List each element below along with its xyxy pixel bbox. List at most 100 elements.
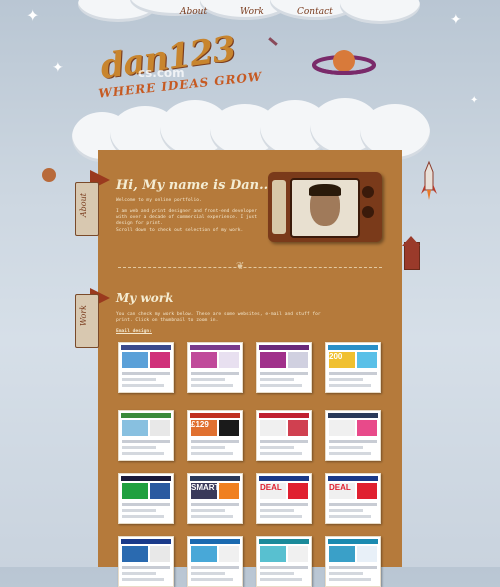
thumbnail-img [122, 546, 148, 562]
thumbnail-img [191, 546, 217, 562]
portfolio-thumbnail[interactable] [118, 473, 174, 524]
portfolio-thumbnail[interactable] [256, 536, 312, 587]
thumbnail-text-line [122, 566, 170, 569]
thumbnail-img [122, 483, 148, 499]
tv-speaker [272, 180, 286, 234]
profile-photo [290, 178, 360, 238]
thumbnail-bar [328, 345, 378, 350]
thumbnail-blk [288, 352, 308, 368]
portfolio-thumbnail[interactable] [118, 536, 174, 587]
portfolio-thumbnail[interactable]: DEAL [256, 473, 312, 524]
thumbnail-text-line [260, 572, 294, 575]
thumbnail-text-line [122, 578, 164, 581]
thumbnail-bar [190, 413, 240, 418]
thumbnail-blk [288, 483, 308, 499]
thumbnail-blk [288, 420, 308, 436]
thumbnail-text-line [122, 515, 164, 518]
nav-contact[interactable]: Contact [297, 7, 333, 17]
avatar-hair [309, 184, 341, 196]
thumbnail-label: SMART [191, 483, 220, 492]
nav-work[interactable]: Work [240, 7, 264, 17]
portfolio-thumbnail[interactable] [118, 342, 174, 393]
star-icon: ✦ [450, 12, 462, 28]
thumbnail-blk [219, 352, 239, 368]
thumbnail-text-line [191, 503, 239, 506]
tab-work[interactable]: Work [75, 294, 99, 348]
portfolio-thumbnail[interactable]: DEAL [325, 473, 381, 524]
portfolio-thumbnail[interactable] [325, 410, 381, 461]
portfolio-thumbnail[interactable] [118, 410, 174, 461]
portfolio-thumbnail[interactable] [325, 536, 381, 587]
thumbnail-text-line [191, 372, 239, 375]
portfolio-thumbnail[interactable] [187, 342, 243, 393]
thumbnail-text-line [329, 372, 377, 375]
thumbnail-text-line [260, 378, 294, 381]
thumbnail-text-line [191, 578, 233, 581]
thumbnail-label: DEAL [329, 483, 351, 492]
thumbnail-img [122, 420, 148, 436]
thumbnail-text-line [329, 566, 377, 569]
thumbnail-text-line [329, 440, 377, 443]
thumbnail-label: DEAL [260, 483, 282, 492]
thumbnail-blk [357, 546, 377, 562]
thumbnail-text-line [260, 515, 302, 518]
star-icon: ✦ [52, 60, 64, 76]
portfolio-thumbnail[interactable] [256, 410, 312, 461]
portfolio-thumbnail[interactable]: SMART [187, 473, 243, 524]
thumbnail-blk [288, 546, 308, 562]
thumbnail-bar [328, 476, 378, 481]
tv-knob [362, 186, 374, 198]
thumbnail-text-line [260, 384, 302, 387]
tv-frame [268, 172, 382, 242]
thumbnail-text-line [329, 578, 371, 581]
thumbnail-text-line [329, 503, 377, 506]
portfolio-thumbnail[interactable] [256, 342, 312, 393]
thumbnail-blk [219, 483, 239, 499]
thumbnail-text-line [191, 515, 233, 518]
portfolio-thumbnail[interactable] [187, 536, 243, 587]
thumbnail-text-line [122, 372, 170, 375]
thumbnail-img [329, 420, 355, 436]
thumbnail-blk [150, 483, 170, 499]
about-body: I am web and print designer and front-en… [116, 209, 258, 226]
thumbnail-text-line [122, 509, 156, 512]
thumbnail-text-line [260, 566, 308, 569]
thumbnail-bar [190, 476, 240, 481]
thumbnail-label: £129 [191, 420, 209, 429]
tab-about[interactable]: About [75, 182, 99, 236]
thumbnail-bar [190, 539, 240, 544]
thumbnail-bar [259, 476, 309, 481]
thumbnail-text-line [122, 446, 156, 449]
thumbnail-text-line [329, 378, 363, 381]
work-intro: You can check my work below. These are s… [116, 312, 321, 323]
tab-work-label: Work [79, 305, 88, 327]
thumbnail-bar [121, 345, 171, 350]
cloud [340, 0, 420, 24]
watermark: cs.com [138, 66, 185, 80]
thumbnail-bar [259, 539, 309, 544]
thumbnail-text-line [329, 572, 363, 575]
thumbnail-text-line [329, 452, 371, 455]
divider-ornament-icon: ❦ [236, 261, 245, 272]
portfolio-thumbnail[interactable]: £129 [187, 410, 243, 461]
thumbnail-blk [150, 420, 170, 436]
thumbnail-img [260, 420, 286, 436]
thumbnail-bar [121, 539, 171, 544]
work-heading: My work [116, 291, 174, 305]
thumbnail-bar [190, 345, 240, 350]
thumbnail-text-line [191, 509, 225, 512]
thumbnail-text-line [191, 384, 233, 387]
thumbnail-text-line [122, 572, 156, 575]
thumbnail-text-line [260, 446, 294, 449]
portfolio-thumbnail[interactable]: 200 [325, 342, 381, 393]
thumbnail-img [329, 546, 355, 562]
nav-about[interactable]: About [180, 7, 207, 17]
about-heading: Hi, My name is Dan... [116, 178, 273, 193]
thumbnail-text-line [260, 440, 308, 443]
thumbnail-bar [259, 345, 309, 350]
section-divider [118, 267, 382, 269]
thumbnail-text-line [329, 509, 363, 512]
thumbnail-text-line [122, 452, 164, 455]
thumbnail-blk [219, 546, 239, 562]
thumbnail-blk [357, 420, 377, 436]
